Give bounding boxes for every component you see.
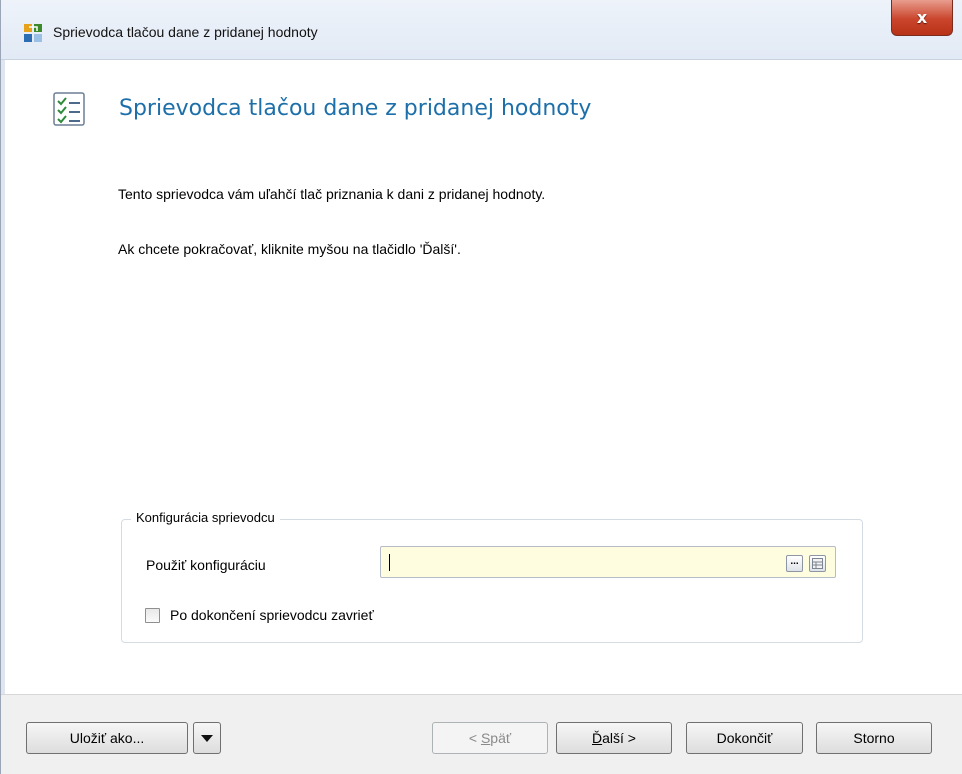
config-groupbox <box>121 519 863 643</box>
page-title: Sprievodca tlačou dane z pridanej hodnot… <box>119 96 592 121</box>
use-config-input[interactable] <box>387 551 777 573</box>
next-button[interactable]: Ďalší > <box>556 722 672 754</box>
app-icon <box>23 23 43 43</box>
chevron-down-icon <box>201 734 213 742</box>
wizard-window: Sprievodca tlačou dane z pridanej hodnot… <box>0 0 962 774</box>
cancel-button[interactable]: Storno <box>816 722 932 754</box>
close-button[interactable]: x <box>891 0 953 36</box>
use-config-field[interactable]: ... <box>380 546 836 578</box>
config-group-legend: Konfigurácia sprievodcu <box>131 510 280 525</box>
close-after-finish-label[interactable]: Po dokončení sprievodcu zavrieť <box>170 607 374 623</box>
save-as-dropdown-button[interactable] <box>193 722 221 754</box>
save-as-label: Uložiť ako... <box>69 730 145 746</box>
text-cursor <box>389 554 390 571</box>
checklist-icon <box>53 92 85 126</box>
save-as-button[interactable]: Uložiť ako... <box>26 722 188 754</box>
instruction-text: Ak chcete pokračovať, kliknite myšou na … <box>118 241 461 257</box>
use-config-label: Použiť konfiguráciu <box>146 557 266 573</box>
ellipsis-icon: ... <box>790 555 799 567</box>
finish-label: Dokončiť <box>716 730 773 746</box>
back-label: < Späť <box>468 730 512 746</box>
intro-text: Tento sprievodca vám uľahčí tlač priznan… <box>118 186 546 202</box>
cancel-label: Storno <box>853 730 895 746</box>
table-button[interactable] <box>809 555 826 572</box>
close-after-finish-checkbox[interactable] <box>145 608 160 623</box>
next-label: Ďalší > <box>592 730 636 746</box>
back-button[interactable]: < Späť <box>432 722 548 754</box>
left-rail <box>1 60 5 774</box>
finish-button[interactable]: Dokončiť <box>686 722 803 754</box>
window-title: Sprievodca tlačou dane z pridanej hodnot… <box>53 24 318 40</box>
close-icon: x <box>916 8 928 27</box>
table-icon <box>812 558 823 569</box>
browse-button[interactable]: ... <box>786 555 803 572</box>
title-bar: Sprievodca tlačou dane z pridanej hodnot… <box>1 0 962 60</box>
